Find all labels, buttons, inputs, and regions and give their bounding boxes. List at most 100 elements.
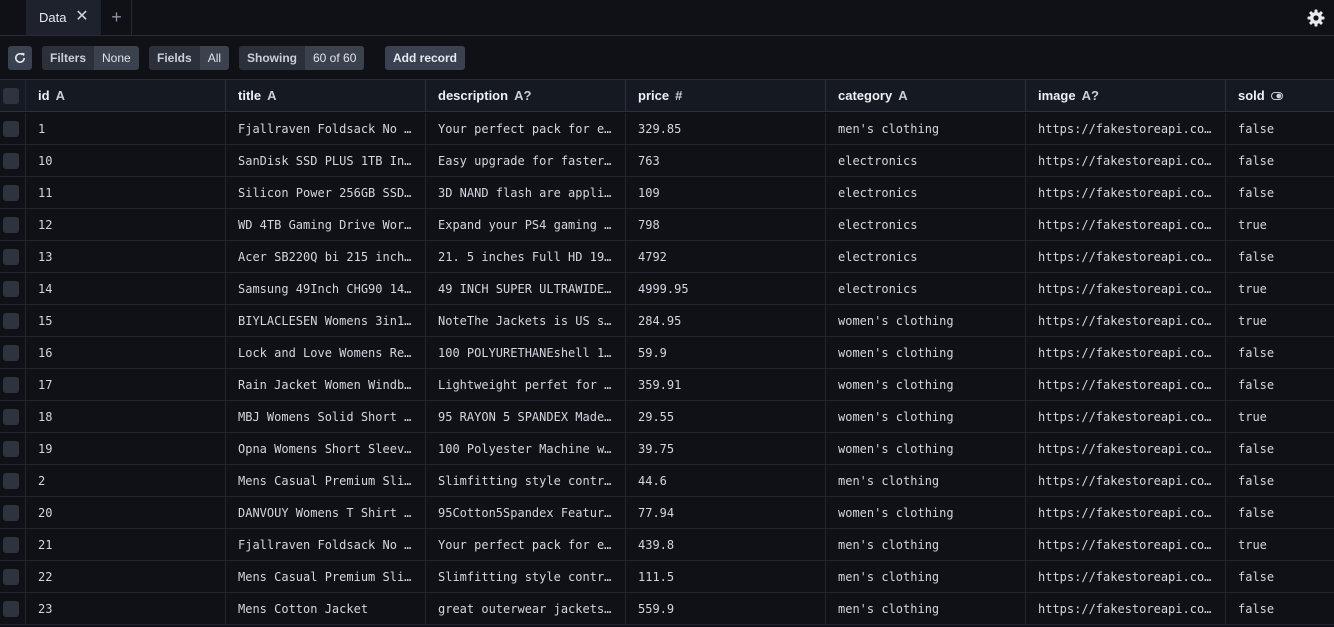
cell-sold[interactable]: true: [1226, 529, 1334, 560]
cell-image[interactable]: https://fakestoreapi.com/img/61mtL65D4cL…: [1026, 209, 1226, 240]
table-row[interactable]: 21 Fjallraven Foldsack No 1 Backpack Fits…: [0, 529, 1334, 561]
cell-id[interactable]: 11: [26, 177, 226, 208]
row-checkbox[interactable]: [3, 377, 19, 393]
cell-category[interactable]: electronics: [826, 177, 1026, 208]
cell-title[interactable]: Mens Cotton Jacket: [226, 593, 426, 624]
cell-description[interactable]: 95 RAYON 5 SPANDEX Made in USA: [426, 401, 626, 432]
cell-id[interactable]: 12: [26, 209, 226, 240]
cell-sold[interactable]: false: [1226, 177, 1334, 208]
cell-price[interactable]: 763: [626, 145, 826, 176]
cell-description[interactable]: Expand your PS4 gaming experience: [426, 209, 626, 240]
column-header-description[interactable]: description A?: [426, 80, 626, 111]
cell-price[interactable]: 29.55: [626, 401, 826, 432]
cell-title[interactable]: Rain Jacket Women Windbreaker Striped: [226, 369, 426, 400]
row-checkbox[interactable]: [3, 569, 19, 585]
cell-category[interactable]: men's clothing: [826, 465, 1026, 496]
row-checkbox[interactable]: [3, 185, 19, 201]
cell-sold[interactable]: false: [1226, 145, 1334, 176]
cell-title[interactable]: Acer SB220Q bi 215 inches Full HD: [226, 241, 426, 272]
cell-category[interactable]: women's clothing: [826, 433, 1026, 464]
cell-price[interactable]: 4792: [626, 241, 826, 272]
table-row[interactable]: 2 Mens Casual Premium Slim Fit TShirts Sli…: [0, 465, 1334, 497]
row-checkbox[interactable]: [3, 153, 19, 169]
cell-description[interactable]: Lightweight perfet for trip or casual: [426, 369, 626, 400]
row-checkbox[interactable]: [3, 345, 19, 361]
cell-sold[interactable]: false: [1226, 433, 1334, 464]
cell-sold[interactable]: false: [1226, 465, 1334, 496]
column-header-id[interactable]: id A: [26, 80, 226, 111]
cell-title[interactable]: Lock and Love Womens Removable Hooded: [226, 337, 426, 368]
cell-description[interactable]: Easy upgrade for faster boot up: [426, 145, 626, 176]
row-checkbox[interactable]: [3, 409, 19, 425]
cell-image[interactable]: https://fakestoreapi.com/img/71-3HjGNDUL…: [1026, 465, 1226, 496]
cell-description[interactable]: Your perfect pack for everyday use: [426, 529, 626, 560]
cell-image[interactable]: https://fakestoreapi.com/img/71HblAHs5xL…: [1026, 369, 1226, 400]
cell-price[interactable]: 44.6: [626, 465, 826, 496]
cell-image[interactable]: https://fakestoreapi.com/img/81fPKd-2AYL…: [1026, 113, 1226, 144]
cell-sold[interactable]: false: [1226, 561, 1334, 592]
cell-price[interactable]: 39.75: [626, 433, 826, 464]
cell-image[interactable]: https://fakestoreapi.com/img/71z3kpMAYsL…: [1026, 401, 1226, 432]
cell-description[interactable]: NoteThe Jackets is US standard size: [426, 305, 626, 336]
table-row[interactable]: 17 Rain Jacket Women Windbreaker Striped L…: [0, 369, 1334, 401]
cell-price[interactable]: 329.85: [626, 113, 826, 144]
tab-data[interactable]: Data ✕: [26, 0, 101, 35]
cell-id[interactable]: 17: [26, 369, 226, 400]
cell-price[interactable]: 109: [626, 177, 826, 208]
table-row[interactable]: 13 Acer SB220Q bi 215 inches Full HD 21. 5…: [0, 241, 1334, 273]
cell-id[interactable]: 14: [26, 273, 226, 304]
row-checkbox[interactable]: [3, 313, 19, 329]
cell-image[interactable]: https://fakestoreapi.com/img/61U7T1koQqL…: [1026, 145, 1226, 176]
cell-image[interactable]: https://fakestoreapi.com/img/71-3HjGNDUL…: [1026, 561, 1226, 592]
cell-description[interactable]: 100 POLYURETHANEshell 100 POLYESTER: [426, 337, 626, 368]
cell-price[interactable]: 77.94: [626, 497, 826, 528]
cell-category[interactable]: women's clothing: [826, 369, 1026, 400]
cell-category[interactable]: men's clothing: [826, 529, 1026, 560]
cell-id[interactable]: 15: [26, 305, 226, 336]
row-checkbox[interactable]: [3, 281, 19, 297]
row-checkbox[interactable]: [3, 217, 19, 233]
column-header-image[interactable]: image A?: [1026, 80, 1226, 111]
cell-id[interactable]: 13: [26, 241, 226, 272]
cell-title[interactable]: Fjallraven Foldsack No 1 Backpack Fits 1…: [226, 529, 426, 560]
table-row[interactable]: 22 Mens Casual Premium Slim Fit TShirts Sl…: [0, 561, 1334, 593]
cell-category[interactable]: women's clothing: [826, 305, 1026, 336]
cell-title[interactable]: Silicon Power 256GB SSD 3D NAND: [226, 177, 426, 208]
cell-sold[interactable]: true: [1226, 305, 1334, 336]
cell-id[interactable]: 19: [26, 433, 226, 464]
cell-title[interactable]: Mens Casual Premium Slim Fit TShirts: [226, 561, 426, 592]
cell-id[interactable]: 10: [26, 145, 226, 176]
cell-title[interactable]: WD 4TB Gaming Drive Works with Playstati…: [226, 209, 426, 240]
cell-description[interactable]: Slimfitting style contrast raglan: [426, 561, 626, 592]
row-checkbox[interactable]: [3, 121, 19, 137]
filters-button[interactable]: Filters None: [42, 46, 139, 70]
select-all-checkbox[interactable]: [3, 88, 19, 104]
cell-id[interactable]: 18: [26, 401, 226, 432]
cell-sold[interactable]: true: [1226, 273, 1334, 304]
cell-image[interactable]: https://fakestoreapi.com/img/51eg55uWmdL…: [1026, 433, 1226, 464]
cell-price[interactable]: 111.5: [626, 561, 826, 592]
column-header-price[interactable]: price #: [626, 80, 826, 111]
table-row[interactable]: 11 Silicon Power 256GB SSD 3D NAND 3D NAND…: [0, 177, 1334, 209]
cell-price[interactable]: 284.95: [626, 305, 826, 336]
cell-image[interactable]: https://fakestoreapi.com/img/81Zt42ioCgL…: [1026, 273, 1226, 304]
cell-image[interactable]: https://fakestoreapi.com/img/61pHAEJ4NML…: [1026, 497, 1226, 528]
row-checkbox[interactable]: [3, 249, 19, 265]
cell-id[interactable]: 23: [26, 593, 226, 624]
table-row[interactable]: 16 Lock and Love Womens Removable Hooded 1…: [0, 337, 1334, 369]
column-header-title[interactable]: title A: [226, 80, 426, 111]
cell-image[interactable]: https://fakestoreapi.com/img/71kWymZ+c+L…: [1026, 177, 1226, 208]
table-row[interactable]: 10 SanDisk SSD PLUS 1TB Internal SSD Easy …: [0, 145, 1334, 177]
row-checkbox[interactable]: [3, 441, 19, 457]
cell-description[interactable]: 49 INCH SUPER ULTRAWIDE 32:9: [426, 273, 626, 304]
table-row[interactable]: 18 MBJ Womens Solid Short Sleeve Boat Nec…: [0, 401, 1334, 433]
cell-image[interactable]: https://fakestoreapi.com/img/51Y5NI-I5jL…: [1026, 305, 1226, 336]
cell-description[interactable]: 95Cotton5Spandex Features Casual: [426, 497, 626, 528]
table-row[interactable]: 1 Fjallraven Foldsack No 1 Backpack Fits …: [0, 113, 1334, 145]
cell-category[interactable]: electronics: [826, 209, 1026, 240]
cell-sold[interactable]: false: [1226, 337, 1334, 368]
add-tab-button[interactable]: +: [102, 0, 132, 35]
cell-id[interactable]: 16: [26, 337, 226, 368]
cell-title[interactable]: Samsung 49Inch CHG90 144Hz Curved: [226, 273, 426, 304]
cell-category[interactable]: women's clothing: [826, 497, 1026, 528]
